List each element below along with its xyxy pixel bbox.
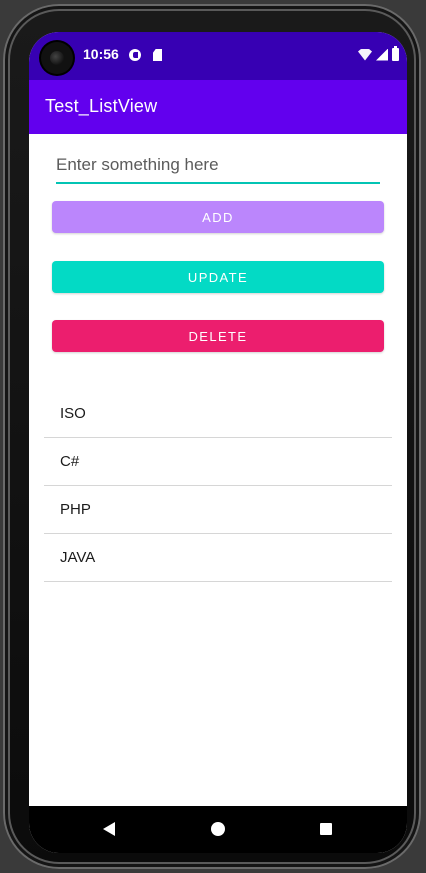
app-title: Test_ListView	[45, 96, 158, 116]
app-bar: Test_ListView	[29, 80, 407, 134]
camera-icon	[41, 42, 73, 74]
device-screen: 10:56 Test_ListView ADD UPDATE DELETE	[29, 32, 407, 853]
list-item-label: JAVA	[60, 549, 96, 566]
back-icon[interactable]	[103, 822, 115, 836]
battery-icon	[392, 46, 399, 61]
text-input-container	[56, 150, 380, 184]
list-item[interactable]: ISO	[44, 390, 392, 438]
recents-icon[interactable]	[320, 823, 332, 835]
signal-icon	[376, 48, 388, 61]
list-item[interactable]: PHP	[44, 486, 392, 534]
list-item[interactable]: C#	[44, 438, 392, 486]
update-button[interactable]: UPDATE	[52, 261, 384, 293]
list-item[interactable]: JAVA	[44, 534, 392, 582]
list-item-label: ISO	[60, 405, 86, 422]
status-time: 10:56	[83, 46, 119, 62]
list-item-label: C#	[60, 453, 80, 470]
c-notification-icon	[129, 49, 141, 61]
status-bar: 10:56	[29, 32, 407, 80]
wifi-icon	[358, 48, 372, 61]
phone-body: 10:56 Test_ListView ADD UPDATE DELETE	[3, 4, 421, 869]
home-icon[interactable]	[211, 822, 225, 836]
sd-card-icon	[153, 49, 162, 61]
add-button[interactable]: ADD	[52, 201, 384, 233]
navigation-bar	[29, 806, 407, 853]
status-right-icons	[358, 46, 399, 61]
list-view: ISO C# PHP JAVA	[44, 390, 392, 582]
text-input[interactable]	[56, 150, 380, 180]
list-item-label: PHP	[60, 501, 91, 518]
phone-frame: 10:56 Test_ListView ADD UPDATE DELETE	[0, 0, 426, 873]
delete-button[interactable]: DELETE	[52, 320, 384, 352]
